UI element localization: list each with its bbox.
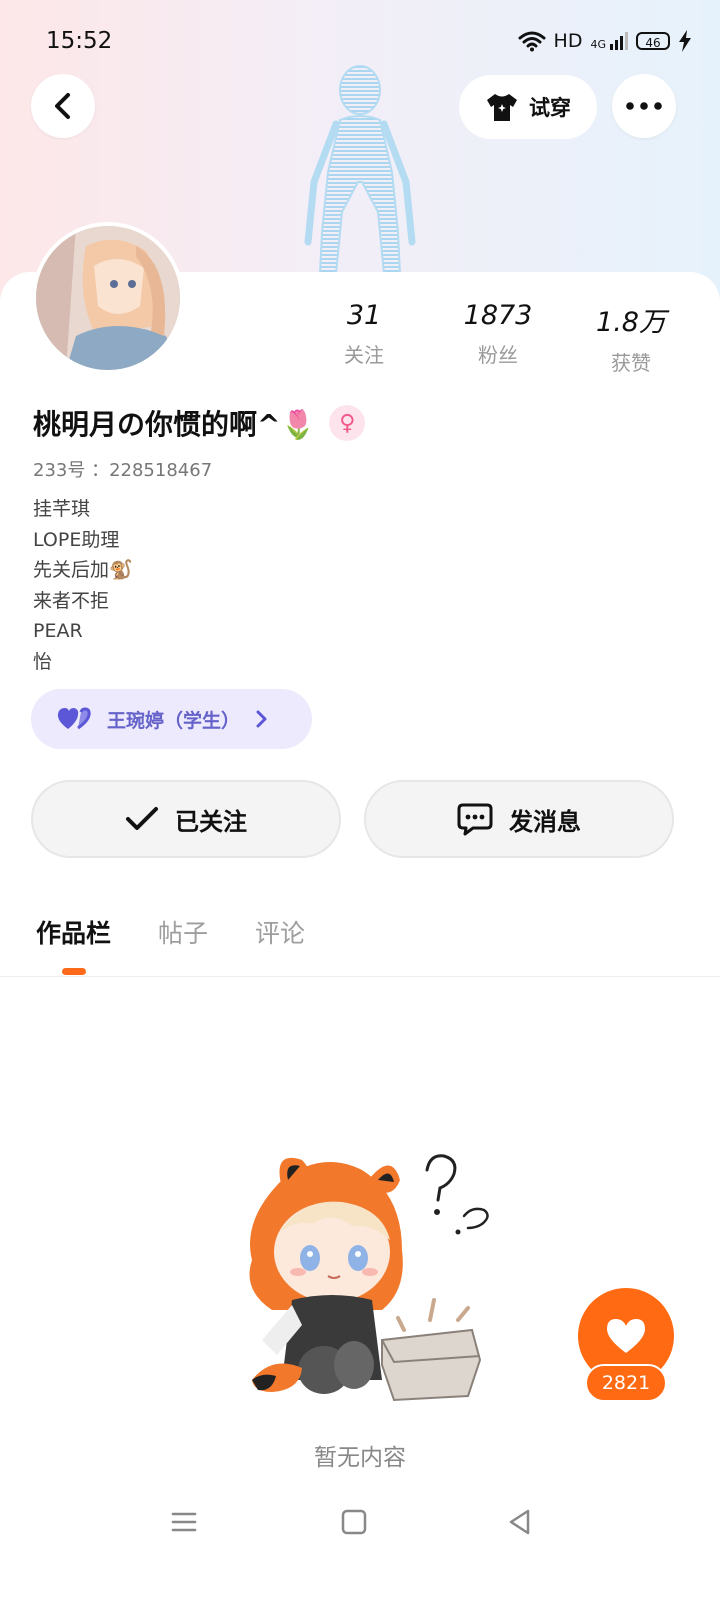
signal-label: 4G xyxy=(590,38,606,51)
try-on-label: 试穿 xyxy=(529,96,571,120)
checkmark-icon xyxy=(126,807,158,830)
stat-following-label: 关注 xyxy=(344,343,384,367)
tab-comments[interactable]: 评论 xyxy=(255,914,305,950)
followed-button[interactable]: 已关注 xyxy=(31,780,341,858)
back-button[interactable] xyxy=(31,74,95,138)
send-message-button[interactable]: 发消息 xyxy=(364,780,674,858)
status-time: 15:52 xyxy=(46,28,113,54)
bio-line: 挂芊琪 xyxy=(33,498,91,520)
tab-divider xyxy=(0,976,720,977)
gender-female-icon: ♀ xyxy=(329,405,366,441)
back-nav-icon[interactable] xyxy=(506,1508,534,1536)
more-dots-icon xyxy=(626,102,662,110)
relation-tag[interactable]: 王琬婷（学生） xyxy=(31,689,312,749)
avatar-3d-figure xyxy=(304,65,416,275)
avatar[interactable] xyxy=(32,222,184,374)
double-heart-icon xyxy=(57,707,91,730)
bio-line: 来者不拒 xyxy=(33,589,110,612)
signal-icon: 4G xyxy=(590,32,628,50)
wifi-icon xyxy=(518,31,546,52)
stat-likes[interactable]: 1.8万 获赞 xyxy=(576,300,686,376)
empty-state-text: 暂无内容 xyxy=(314,1445,406,1471)
empty-state-illustration xyxy=(249,1154,489,1402)
chevron-right-icon xyxy=(256,710,267,728)
stat-fans[interactable]: 1873 粉丝 xyxy=(443,300,553,368)
menu-nav-icon[interactable] xyxy=(170,1508,198,1536)
chat-bubble-icon xyxy=(457,803,493,836)
stat-following[interactable]: 31 关注 xyxy=(309,300,419,368)
status-icons: HD 4G 46 xyxy=(518,30,692,52)
stat-fans-label: 粉丝 xyxy=(478,343,518,367)
bio-line: 先关后加🐒 xyxy=(33,559,133,581)
charging-icon xyxy=(679,30,691,52)
like-count-badge: 2821 xyxy=(585,1364,667,1402)
tab-posts[interactable]: 帖子 xyxy=(158,914,208,950)
bio-line: PEAR xyxy=(33,620,83,642)
stat-likes-label: 获赞 xyxy=(611,351,651,375)
more-button[interactable] xyxy=(612,74,676,138)
tshirt-icon xyxy=(487,94,517,121)
tab-active-indicator xyxy=(62,968,86,975)
bio-line: 怡 xyxy=(33,650,53,673)
heart-icon xyxy=(607,1319,645,1353)
tab-works[interactable]: 作品栏 xyxy=(36,914,111,950)
stat-likes-value: 1.8万 xyxy=(596,307,666,338)
bio-line: LOPE助理 xyxy=(33,528,120,551)
profile-name-row: 桃明月の你惯的啊^🌷 ♀ xyxy=(33,403,366,443)
profile-bio: 挂芊琪 LOPE助理 先关后加🐒 来者不拒 PEAR 怡 xyxy=(33,494,133,677)
chevron-left-icon xyxy=(55,93,70,119)
battery-icon: 46 xyxy=(636,32,670,50)
stat-fans-value: 1873 xyxy=(463,300,533,331)
profile-name: 桃明月の你惯的啊^🌷 xyxy=(33,408,316,441)
user-id: 233号 ：228518467 xyxy=(33,460,213,481)
home-nav-icon[interactable] xyxy=(340,1508,368,1536)
avatar-image xyxy=(36,226,180,370)
stat-following-value: 31 xyxy=(346,300,382,331)
try-on-button[interactable]: 试穿 xyxy=(459,75,597,139)
followed-label: 已关注 xyxy=(175,807,247,836)
send-message-label: 发消息 xyxy=(509,807,581,836)
relation-tag-label: 王琬婷（学生） xyxy=(107,709,241,732)
network-label: HD xyxy=(553,30,583,52)
